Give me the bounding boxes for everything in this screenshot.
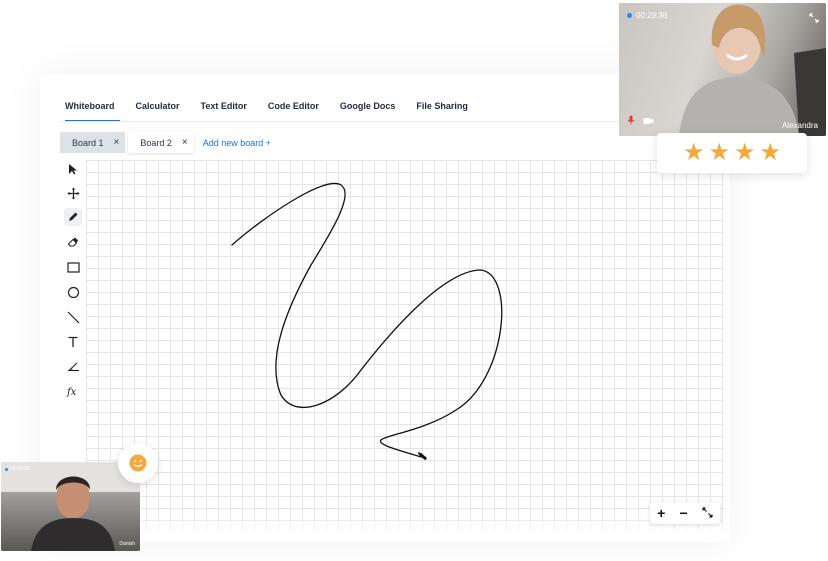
freehand-stroke: [231, 182, 503, 461]
person-silhouette: [1, 462, 140, 551]
canvas-fade: [86, 510, 724, 540]
expand-icon[interactable]: [809, 10, 819, 28]
move-icon[interactable]: [64, 184, 82, 202]
call-controls: [627, 112, 654, 130]
pencil-icon[interactable]: [64, 208, 82, 226]
add-board-button[interactable]: Add new board +: [203, 138, 271, 148]
rectangle-icon[interactable]: [64, 258, 82, 276]
emoji-button[interactable]: [118, 443, 158, 483]
call-timer: 00:00:02: [5, 466, 29, 472]
fullscreen-icon[interactable]: [702, 506, 713, 520]
zoom-controls: + −: [650, 502, 720, 524]
zoom-in-button[interactable]: +: [657, 506, 665, 520]
rating-card: ★ ★ ★ ★: [657, 133, 807, 173]
formula-icon[interactable]: fx: [64, 382, 82, 400]
video-feed: [1, 462, 140, 551]
participant-video-alexandra[interactable]: 00:29:38 Alexandra: [619, 3, 826, 136]
line-icon[interactable]: [64, 308, 82, 326]
camera-icon[interactable]: [643, 112, 654, 130]
tab-google-docs[interactable]: Google Docs: [335, 96, 404, 120]
pointer-icon[interactable]: [64, 160, 82, 178]
call-timer: 00:29:38: [627, 11, 667, 20]
board-tabs: Board 1 × Board 2 × Add new board +: [60, 132, 271, 153]
eraser-icon[interactable]: [64, 233, 82, 251]
tab-calculator[interactable]: Calculator: [131, 96, 188, 120]
board-tab-label: Board 1: [72, 137, 104, 148]
tool-tabs: Whiteboard Calculator Text Editor Code E…: [60, 96, 484, 122]
zoom-out-button[interactable]: −: [679, 506, 687, 520]
star-icon[interactable]: ★: [708, 141, 730, 165]
smiley-icon: [129, 454, 147, 472]
microphone-icon[interactable]: [627, 112, 635, 130]
timer-text: 00:00:02: [10, 466, 30, 472]
star-icon[interactable]: ★: [734, 141, 756, 165]
close-icon[interactable]: ×: [182, 137, 188, 148]
participant-name: Alexandra: [781, 121, 818, 130]
svg-text:fx: fx: [66, 387, 77, 397]
star-icon[interactable]: ★: [760, 141, 782, 165]
participant-name: Danish: [119, 541, 135, 547]
recording-dot: [5, 467, 8, 471]
tab-text-editor[interactable]: Text Editor: [196, 96, 255, 120]
timer-text: 00:29:38: [636, 11, 668, 20]
circle-icon[interactable]: [64, 283, 82, 301]
participant-video-danish[interactable]: 00:00:02 Danish: [1, 462, 140, 551]
ruler-icon[interactable]: [64, 357, 82, 375]
text-icon[interactable]: [64, 333, 82, 351]
tab-file-sharing[interactable]: File Sharing: [411, 96, 476, 120]
tab-whiteboard[interactable]: Whiteboard: [60, 96, 123, 122]
whiteboard-canvas[interactable]: [86, 160, 724, 532]
board-tab-label: Board 2: [140, 137, 172, 148]
board-tab-2[interactable]: Board 2 ×: [128, 132, 194, 153]
recording-dot: [627, 13, 632, 18]
drawing-toolbar: fx: [60, 156, 84, 406]
tab-code-editor[interactable]: Code Editor: [263, 96, 327, 120]
star-icon[interactable]: ★: [683, 141, 705, 165]
board-tab-1[interactable]: Board 1 ×: [60, 132, 126, 153]
close-icon[interactable]: ×: [114, 137, 120, 148]
